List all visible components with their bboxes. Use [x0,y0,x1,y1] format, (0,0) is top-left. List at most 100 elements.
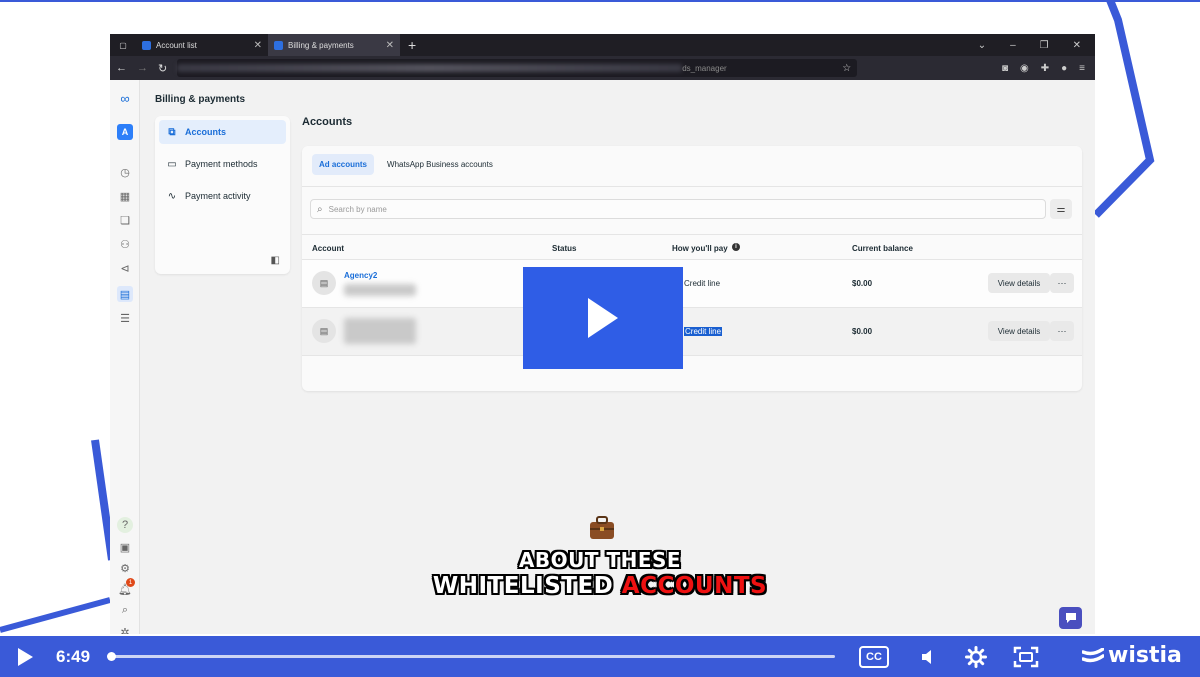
table-header: Account Status How you'll pay i Current … [302,234,1082,260]
cc-icon: CC [859,646,889,668]
more-options-button[interactable]: ··· [1050,321,1074,341]
info-icon[interactable]: i [732,243,740,251]
gear-icon [965,646,987,668]
profile-icon[interactable]: ● [1061,63,1067,74]
divider [302,186,1082,187]
filter-settings-button[interactable]: ⚌ [1050,199,1072,219]
brand-name: wistia [1108,643,1182,668]
search-icon[interactable]: ⌕ [117,602,133,618]
dashboard-icon[interactable]: ◷ [117,164,133,180]
tab-label: Account list [156,40,197,50]
bookmark-star-icon[interactable]: ☆ [842,63,851,74]
people-icon[interactable]: ⚇ [117,236,133,252]
tab-list-chevron-icon[interactable]: ⌄ [978,40,986,51]
sidebar-item-payment-activity[interactable]: ∿ Payment activity [159,184,286,208]
pages-icon[interactable]: ❏ [117,212,133,228]
minimize-icon[interactable]: – [1010,40,1016,51]
chat-button[interactable] [1059,607,1082,629]
accounts-card: Ad accounts WhatsApp Business accounts ⌕… [302,146,1082,391]
tab-billing-payments[interactable]: Billing & payments ✕ [268,34,400,56]
play-icon [588,298,618,338]
url-text: ds_manager [682,63,727,73]
payment-method-selected: Credit line [684,327,723,336]
progress-knob[interactable] [107,652,116,661]
wistia-mark-icon [1082,647,1104,662]
help-icon[interactable]: ? [117,517,133,533]
caption-line-1: ABOUT THESE [518,548,682,572]
back-icon[interactable]: ← [116,62,127,74]
tab-label: Billing & payments [288,40,354,50]
wistia-logo[interactable]: wistia [1082,643,1182,668]
megaphone-icon[interactable]: ⊲ [117,260,133,276]
caption-line-2: WHITELISTED ACCOUNTS [0,573,1200,599]
activity-icon: ∿ [167,190,177,202]
all-tools-icon[interactable]: ☰ [117,310,133,326]
current-balance: $0.00 [852,279,873,288]
blurred-account-name [344,318,416,344]
table-row[interactable]: ▤ Agency2 Credit line $0.00 View details… [302,260,1082,308]
restore-icon[interactable]: ❐ [1040,40,1049,51]
billing-icon[interactable]: ▤ [117,286,133,302]
play-button[interactable] [14,646,36,668]
view-details-button[interactable]: View details [988,273,1050,293]
billing-sidebar: ⧉ Accounts ▭ Payment methods ∿ Payment a… [155,116,290,274]
sidebar-item-accounts[interactable]: ⧉ Accounts [159,120,286,144]
fullscreen-icon [1013,646,1039,668]
blurred-url [177,64,683,72]
account-name[interactable]: Agency2 [344,271,377,280]
caption-highlight: ACCOUNTS [621,573,768,599]
meta-logo-icon[interactable]: ∞ [117,90,133,106]
blurred-account-id [344,284,416,296]
pocket-icon[interactable]: ◙ [1002,63,1008,74]
close-tab-icon[interactable]: ✕ [254,40,262,51]
settings-button[interactable] [962,644,990,670]
address-bar[interactable]: ds_manager ☆ [177,59,858,77]
captions-button[interactable]: CC [858,644,890,670]
sidebar-item-payment-methods[interactable]: ▭ Payment methods [159,152,286,176]
view-details-button[interactable]: View details [988,321,1050,341]
column-header: Current balance [852,244,913,253]
reload-icon[interactable]: ↻ [158,62,167,75]
tab-ad-accounts[interactable]: Ad accounts [312,154,375,175]
video-play-button[interactable] [523,267,683,369]
avatar[interactable]: A [117,124,133,140]
tab-whatsapp-accounts[interactable]: WhatsApp Business accounts [380,154,500,175]
briefcase-icon [590,516,614,539]
table-row[interactable]: ▤ Credit line $0.00 View details ··· [302,308,1082,356]
caption-word: WHITELISTED [432,573,614,599]
search-icon: ⌕ [317,203,323,215]
table-icon[interactable]: ▦ [117,188,133,204]
credit-card-icon: ▭ [167,158,177,170]
section-title: Accounts [302,116,353,128]
fullscreen-button[interactable] [1012,644,1040,670]
column-header: Account [312,244,344,253]
tab-bar: ▢ Account list ✕ Billing & payments ✕ + … [110,34,1095,56]
current-time: 6:49 [56,647,91,666]
more-options-button[interactable]: ··· [1050,273,1074,293]
menu-icon[interactable]: ≡ [1079,63,1085,74]
progress-bar[interactable] [107,652,835,661]
close-tab-icon[interactable]: ✕ [386,40,394,51]
current-balance: $0.00 [852,327,873,336]
bug-icon[interactable]: ✲ [117,624,133,635]
search-placeholder: Search by name [328,204,387,214]
video-player-bar: 6:49 CC wistia [0,636,1200,677]
favicon-icon [274,40,283,50]
forward-icon[interactable]: → [137,62,148,74]
tab-account-list[interactable]: Account list ✕ [136,34,268,56]
accounts-icon: ⧉ [168,126,176,138]
extensions-icon[interactable]: ✚ [1041,63,1049,74]
ad-account-icon: ▤ [312,319,336,343]
account-icon[interactable]: ◉ [1020,63,1029,74]
volume-button[interactable] [914,644,942,670]
sliders-icon: ⚌ [1056,203,1066,215]
column-header: How you'll pay [672,244,728,253]
collapse-sidebar-icon[interactable]: ◧ [271,255,280,266]
tab-overview-icon[interactable]: ▢ [110,41,136,50]
new-tab-icon[interactable]: + [400,37,424,53]
navigation-bar: ← → ↻ ds_manager ☆ ◙ ◉ ✚ ● ≡ [110,56,1095,80]
close-window-icon[interactable]: ✕ [1073,40,1081,51]
sidebar-item-label: Payment activity [185,191,251,201]
search-input[interactable]: ⌕ Search by name [310,199,1046,219]
payment-method: Credit line [684,279,721,288]
